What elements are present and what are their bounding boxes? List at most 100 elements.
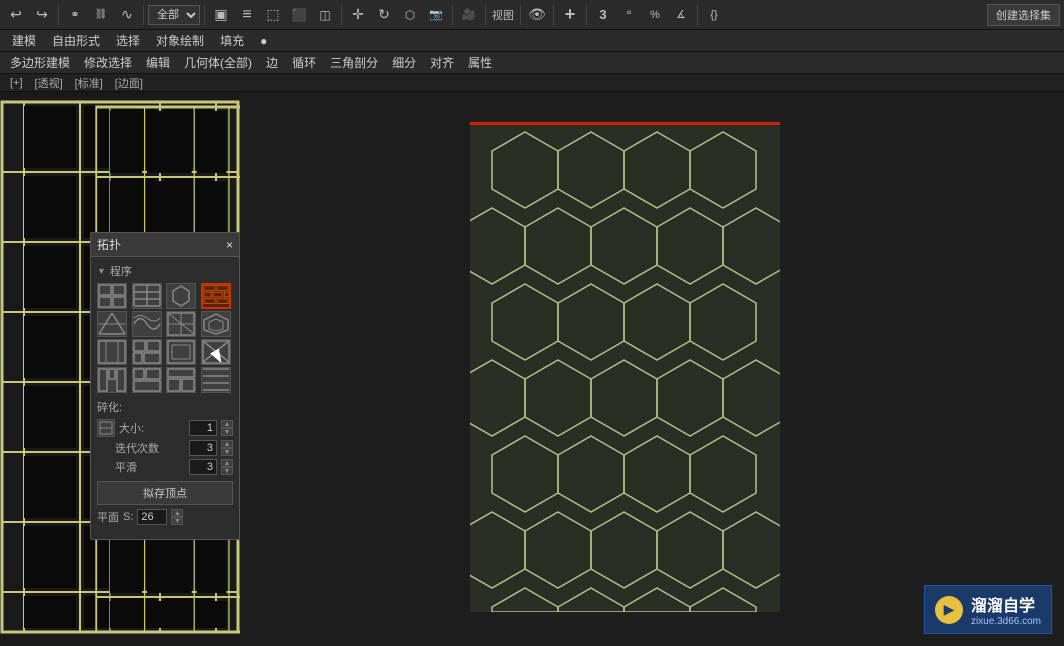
frag-smooth-spinner: ▲ ▼ [221,459,233,475]
num3-icon: 3 [599,7,606,22]
sub-edge[interactable]: 边 [260,52,284,73]
frag-iter-up[interactable]: ▲ [221,440,233,448]
frag-size-spinner: ▲ ▼ [221,420,233,436]
percent-btn[interactable]: % [643,3,667,27]
pattern-cell-4[interactable] [97,311,127,337]
vp-plus[interactable]: [+] [6,77,27,89]
plane-s-down[interactable]: ▼ [171,517,183,525]
rect-sel3-btn[interactable]: ◫ [313,3,337,27]
frag-smooth-input[interactable] [189,459,217,475]
frag-iter-input[interactable] [189,440,217,456]
undo-button[interactable]: ↩ [4,3,28,27]
store-vertex-button[interactable]: 拟存顶点 [97,481,233,505]
pattern-cell-7[interactable] [201,311,231,337]
deg-btn[interactable]: ° [617,3,641,27]
pattern-cell-3[interactable] [201,283,231,309]
sel2-btn[interactable]: ⬡ [398,3,422,27]
camera-icon: 🎥 [462,8,476,21]
refresh-icon: ↻ [378,6,390,23]
sub-modify-sel[interactable]: 修改选择 [78,52,138,73]
sub-edit[interactable]: 编辑 [140,52,176,73]
frag-iter-label: 迭代次数 [97,440,185,456]
sep7 [520,5,521,25]
frag-size-up[interactable]: ▲ [221,420,233,428]
topology-content: 程序 [91,257,239,539]
sub-tri[interactable]: 三角剖分 [324,52,384,73]
viewport-labels: [+] [透视] [标准] [边面] [0,74,1064,92]
plus-btn[interactable]: + [558,3,582,27]
deg-icon: ° [626,7,632,23]
menu-fill[interactable]: 填充 [212,30,252,52]
select-icon: ▣ [214,6,227,23]
vp-standard[interactable]: [标准] [71,75,107,91]
menu-obj-paint[interactable]: 对象绘制 [148,30,212,52]
create-sel-set-button[interactable]: 创建选择集 [987,4,1060,26]
vp-perspective[interactable]: [透视] [31,75,67,91]
viewport-area: 拓扑 × 程序 [0,92,1064,646]
rect-sel2-btn[interactable]: ⬛ [287,3,311,27]
wave-button[interactable]: ∿ [115,3,139,27]
pattern-cell-15[interactable] [201,367,231,393]
plane-s-up[interactable]: ▲ [171,509,183,517]
pattern-cell-10[interactable] [166,339,196,365]
pattern-cell-13[interactable] [132,367,162,393]
pattern-cell-5[interactable] [132,311,162,337]
watermark-title: 溜溜自学 [971,592,1041,616]
pattern-cell-6[interactable] [166,311,196,337]
vp-edge-face[interactable]: [边面] [111,75,147,91]
sub-props[interactable]: 属性 [462,52,498,73]
angle-btn[interactable]: ∡ [669,3,693,27]
frag-size-down[interactable]: ▼ [221,428,233,436]
frag-size-label: 大小: [119,420,185,436]
pattern-cell-8[interactable] [97,339,127,365]
select-btn[interactable]: ▣ [209,3,233,27]
sub-toolbar: 多边形建模 修改选择 编辑 几何体(全部) 边 循环 三角剖分 细分 对齐 属性 [0,52,1064,74]
topology-close-button[interactable]: × [226,238,233,252]
menu-freeform[interactable]: 自由形式 [44,30,108,52]
frag-smooth-label: 平滑 [97,459,185,475]
topology-panel: 拓扑 × 程序 [90,232,240,540]
list-icon: ≡ [242,6,251,24]
sub-poly-model[interactable]: 多边形建模 [4,52,76,73]
sep5 [452,5,453,25]
frag-size-input[interactable] [189,420,217,436]
menu-select[interactable]: 选择 [108,30,148,52]
menu-modeling[interactable]: 建模 [4,30,44,52]
sel2-icon: ⬡ [405,8,415,22]
camera-btn[interactable]: 🎥 [457,3,481,27]
selection-dropdown[interactable]: 全部 [148,5,200,25]
program-section: 程序 [97,263,233,525]
top-highlight-line [470,122,780,125]
move-btn[interactable]: ✛ [346,3,370,27]
frag-iter-down[interactable]: ▼ [221,448,233,456]
frag-iter-spinner: ▲ ▼ [221,440,233,456]
num3-btn[interactable]: 3 [591,3,615,27]
view-btn[interactable]: 👁 [525,3,549,27]
frag-smooth-down[interactable]: ▼ [221,467,233,475]
pattern-cell-0[interactable] [97,283,127,309]
pattern-cell-2[interactable] [166,283,196,309]
frag-iter-row: 迭代次数 ▲ ▼ [97,440,233,456]
list-btn[interactable]: ≡ [235,3,259,27]
plane-s-input[interactable] [137,509,167,525]
rect-sel-btn[interactable]: ⬚ [261,3,285,27]
pattern-cell-9[interactable] [132,339,162,365]
frag-smooth-up[interactable]: ▲ [221,459,233,467]
sub-geo-all[interactable]: 几何体(全部) [178,52,258,73]
refresh-btn[interactable]: ↻ [372,3,396,27]
redo-button[interactable]: ↪ [30,3,54,27]
link-button[interactable]: ⚭ [63,3,87,27]
view-icon: 👁 [528,6,546,23]
bracket-btn[interactable]: {} [702,3,726,27]
sub-align[interactable]: 对齐 [424,52,460,73]
sub-loop[interactable]: 循环 [286,52,322,73]
sub-subdiv[interactable]: 细分 [386,52,422,73]
menu-dot[interactable]: ● [252,30,275,52]
pattern-cell-12[interactable] [97,367,127,393]
chain-button[interactable]: ⛓ [89,3,113,27]
frag-section: 碎化: 大小: ▲ ▼ 迭 [97,399,233,475]
undo-icon: ↩ [10,6,22,23]
pattern-cell-1[interactable] [132,283,162,309]
render-btn[interactable]: 📷 [424,3,448,27]
pattern-cell-14[interactable] [166,367,196,393]
